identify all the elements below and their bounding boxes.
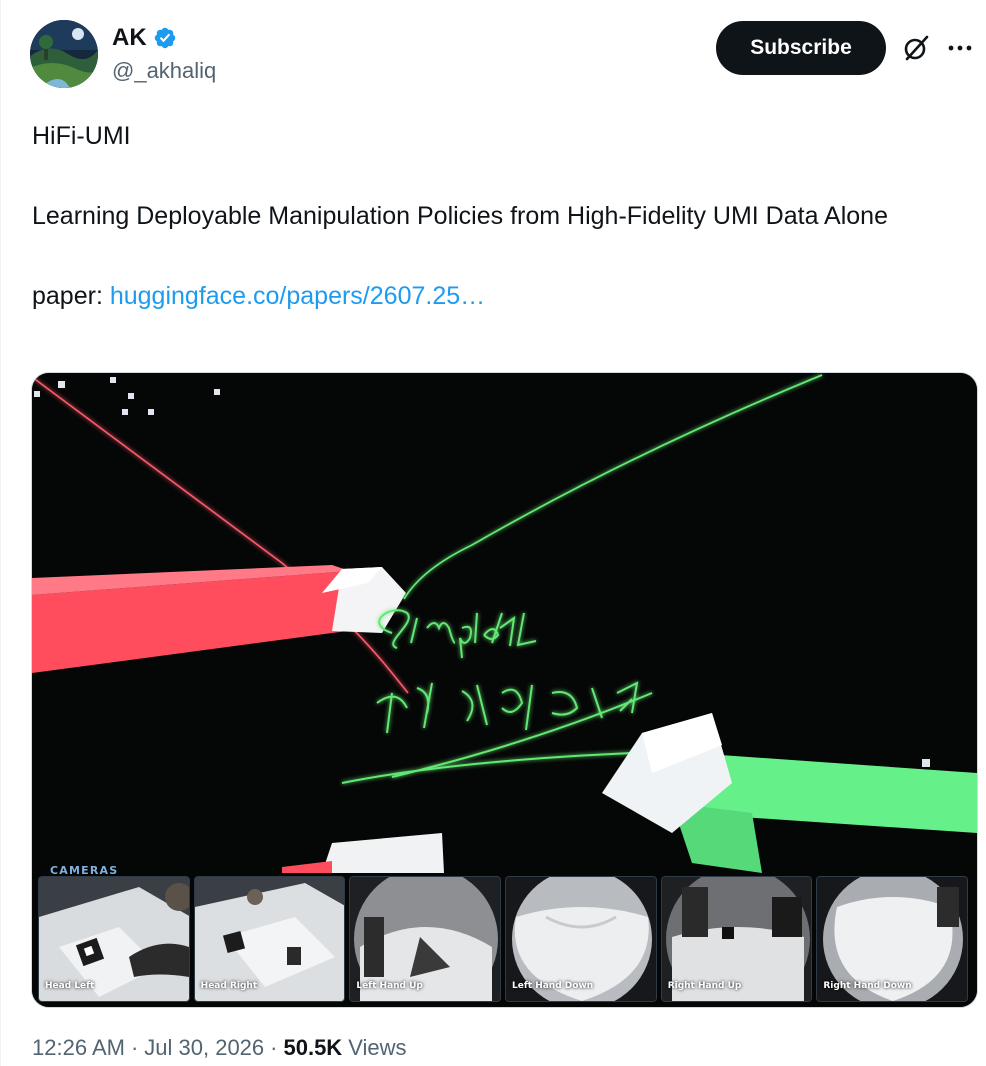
camera-label: Left Hand Up <box>356 981 423 991</box>
camera-strip: Head Left Head Right Left Hand Up Left H… <box>38 876 969 1002</box>
camera-left-hand-up[interactable]: Left Hand Up <box>349 876 502 1002</box>
camera-label: Right Hand Down <box>823 981 912 991</box>
camera-label: Head Left <box>45 981 95 991</box>
author-avatar[interactable] <box>30 20 98 88</box>
paper-link[interactable]: huggingface.co/papers/2607.25… <box>110 282 485 310</box>
tweet-date[interactable]: Jul 30, 2026 <box>144 1035 264 1061</box>
camera-label: Left Hand Down <box>512 981 594 991</box>
tweet-meta: 12:26 AM · Jul 30, 2026 · 50.5K Views <box>32 1035 407 1061</box>
views-label: Views <box>348 1035 407 1060</box>
tweet-subtitle: Learning Deployable Manipulation Policie… <box>32 202 888 230</box>
meta-separator: · <box>270 1035 278 1060</box>
camera-left-hand-down[interactable]: Left Hand Down <box>505 876 657 1002</box>
left-divider <box>0 0 1 1066</box>
grok-icon[interactable] <box>900 32 932 64</box>
camera-head-left[interactable]: Head Left <box>38 876 190 1002</box>
paper-prefix: paper: <box>32 282 110 310</box>
verified-badge-icon <box>154 27 175 49</box>
meta-separator: · <box>130 1035 139 1060</box>
tweet-media-video[interactable]: CAMERAS Head Left Head Right Left Hand U… <box>31 372 978 1008</box>
subscribe-button[interactable]: Subscribe <box>716 21 886 75</box>
tweet-title: HiFi-UMI <box>32 122 131 150</box>
paper-line: paper: huggingface.co/papers/2607.25… <box>32 276 962 316</box>
more-icon[interactable] <box>945 36 975 60</box>
tweet-text: HiFi-UMI Learning Deployable Manipulatio… <box>32 116 962 316</box>
camera-head-right[interactable]: Head Right <box>193 876 346 1002</box>
tweet-time[interactable]: 12:26 AM <box>32 1035 125 1061</box>
views-count[interactable]: 50.5K <box>283 1035 342 1061</box>
author-display-name[interactable]: AK <box>112 24 147 52</box>
camera-right-hand-down[interactable]: Right Hand Down <box>816 876 969 1002</box>
camera-right-hand-up[interactable]: Right Hand Up <box>660 876 813 1002</box>
camera-label: Head Right <box>200 981 258 991</box>
author-handle[interactable]: @_akhaliq <box>112 58 216 84</box>
camera-label: Right Hand Up <box>667 981 742 991</box>
